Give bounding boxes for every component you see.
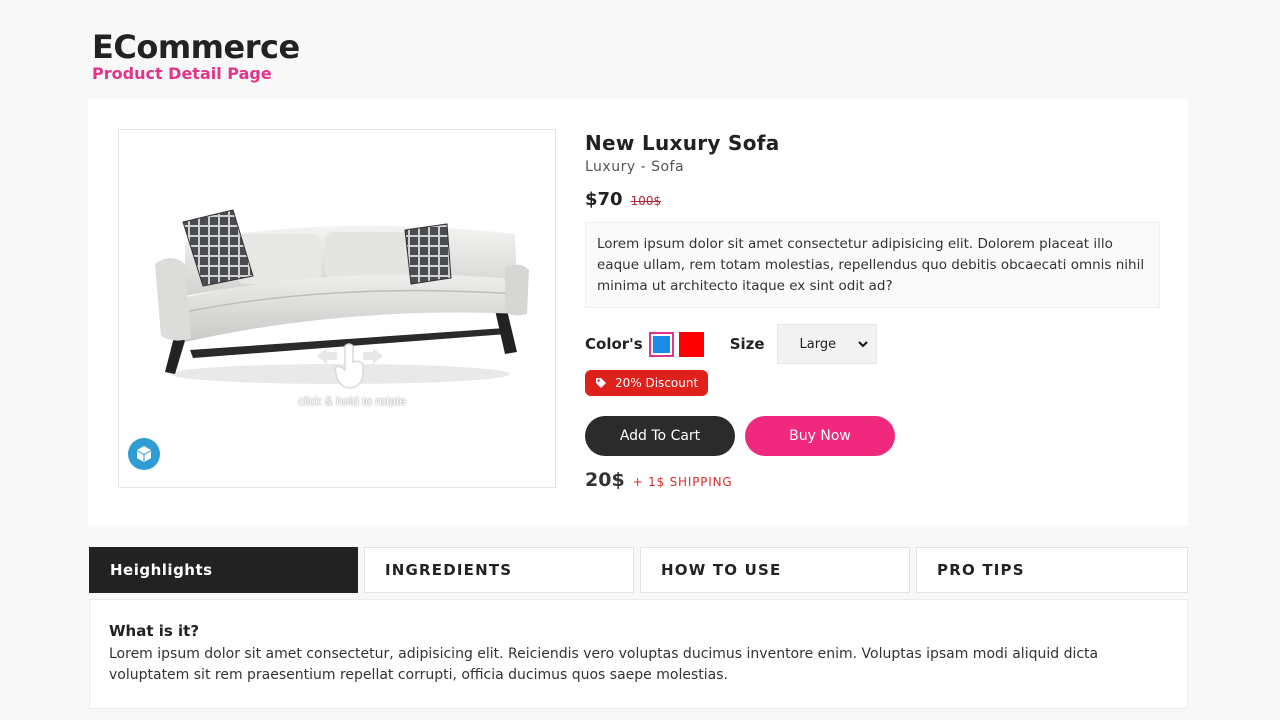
hand-drag-icon xyxy=(317,343,383,389)
page-title: ECommerce xyxy=(92,28,300,66)
panel-text: Lorem ipsum dolor sit amet consectetur, … xyxy=(109,646,1099,683)
product-title: New Luxury Sofa xyxy=(585,131,780,155)
product-price: $70 xyxy=(585,189,623,210)
tab-panel: What is it? Lorem ipsum dolor sit amet c… xyxy=(89,599,1188,709)
shipping-amount: 20$ xyxy=(585,469,625,491)
product-category: Luxury - Sofa xyxy=(585,159,685,175)
size-select-value: Large xyxy=(799,336,837,352)
page-subtitle: Product Detail Page xyxy=(92,64,272,83)
discount-badge: 20% Discount xyxy=(585,370,709,396)
shipping-info: 20$ + 1$ SHIPPING xyxy=(585,469,733,491)
options-row: Color's Size Large xyxy=(585,324,877,364)
tab-pro-tips[interactable]: PRO TIPS xyxy=(916,547,1188,593)
product-tabs: Heighlights INGREDIENTS HOW TO USE PRO T… xyxy=(89,547,1188,593)
color-swatch-blue[interactable] xyxy=(648,331,674,357)
tab-ingredients[interactable]: INGREDIENTS xyxy=(364,547,634,593)
color-swatch-red[interactable] xyxy=(678,331,704,357)
shipping-note: + 1$ SHIPPING xyxy=(632,475,733,489)
product-old-price: 100$ xyxy=(630,194,662,208)
product-description: Lorem ipsum dolor sit amet consectetur a… xyxy=(585,222,1160,308)
page-header: ECommerce Product Detail Page xyxy=(92,30,300,84)
tab-highlights[interactable]: Heighlights xyxy=(89,547,358,593)
product-info: New Luxury Sofa Luxury - Sofa $70 100$ L… xyxy=(585,129,1160,491)
rotate-hint: click & hold to rotate xyxy=(297,394,407,408)
tag-icon xyxy=(595,377,607,389)
add-to-cart-button[interactable]: Add To Cart xyxy=(585,416,735,456)
panel-heading: What is it? xyxy=(109,622,200,640)
tab-how-to-use[interactable]: HOW TO USE xyxy=(640,547,910,593)
product-3d-viewer[interactable]: click & hold to rotate xyxy=(118,129,556,488)
3d-cube-icon xyxy=(137,446,151,462)
buy-now-button[interactable]: Buy Now xyxy=(745,416,895,456)
chevron-down-icon xyxy=(857,341,868,348)
size-label: Size xyxy=(729,335,765,353)
ar-view-button[interactable] xyxy=(128,438,160,470)
discount-label: 20% Discount xyxy=(615,376,699,390)
colors-label: Color's xyxy=(585,335,643,353)
size-select[interactable]: Large xyxy=(776,324,877,364)
product-card: click & hold to rotate New Luxury Sofa L… xyxy=(88,99,1188,526)
price-row: $70 100$ xyxy=(585,189,1160,210)
